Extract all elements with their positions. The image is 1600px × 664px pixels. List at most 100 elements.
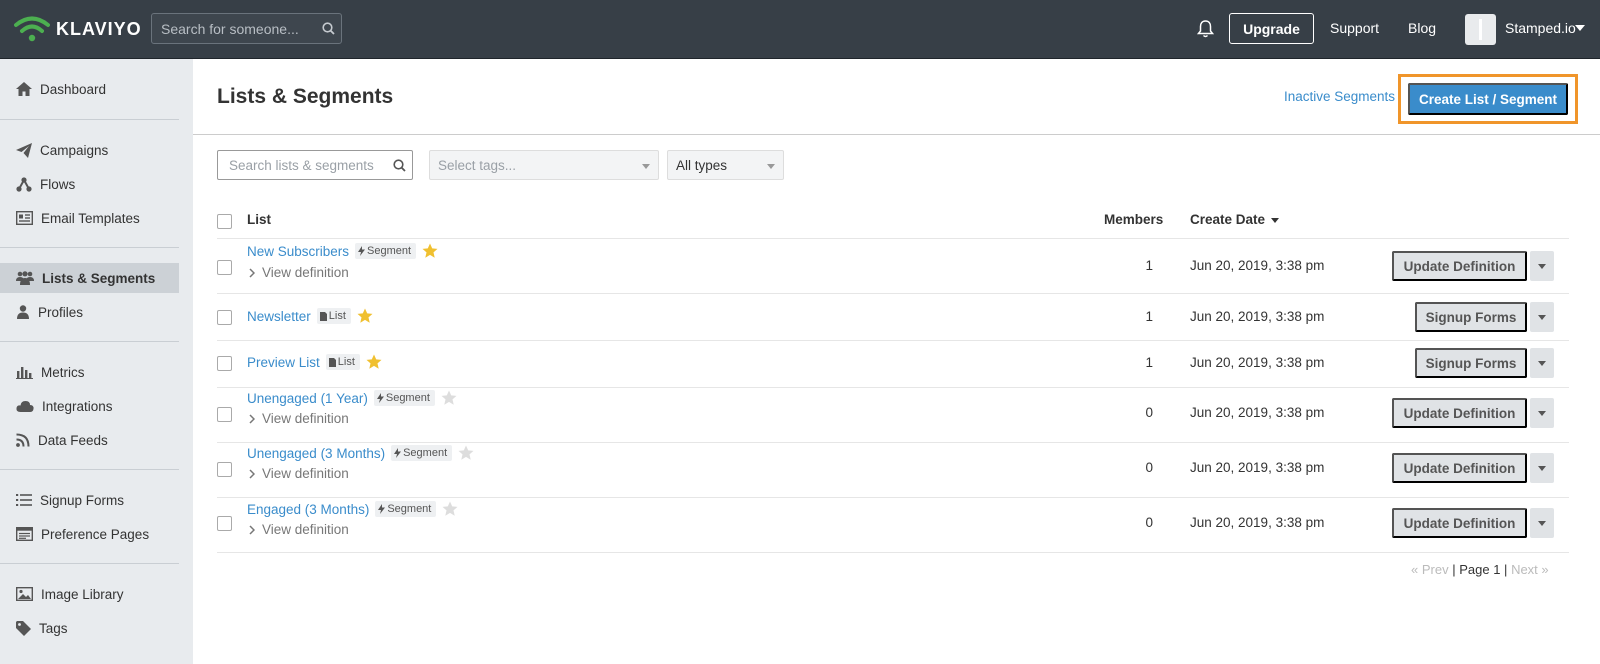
form-list-icon [16,494,32,506]
sidebar-item-label: Tags [39,620,68,636]
next-page-link[interactable]: Next » [1511,562,1549,577]
row-checkbox[interactable] [217,516,232,531]
create-date: Jun 20, 2019, 3:38 pm [1190,405,1325,420]
home-icon [16,82,32,96]
account-chevron-down-icon[interactable] [1575,25,1585,31]
type-select[interactable]: All types [667,150,784,180]
signup-forms-button[interactable]: Signup Forms [1415,348,1527,378]
main-content: Lists & Segments Inactive Segments Creat… [193,59,1600,664]
global-search[interactable] [151,13,342,44]
prev-page-link[interactable]: « Prev [1411,562,1449,577]
create-list-segment-button[interactable]: Create List / Segment [1408,83,1568,115]
row-actions-dropdown[interactable] [1530,453,1554,483]
star-outline-icon[interactable] [442,501,458,517]
select-all-checkbox[interactable] [217,214,232,229]
view-definition-toggle[interactable]: View definition [249,466,349,481]
row-actions-dropdown[interactable] [1530,508,1554,538]
chevron-right-icon [249,413,255,424]
column-header-members[interactable]: Members [1104,212,1163,227]
row-actions-dropdown[interactable] [1530,302,1554,332]
members-count: 1 [1145,355,1153,370]
image-icon [16,587,33,601]
sidebar-item-data-feeds[interactable]: Data Feeds [0,425,179,455]
sidebar-item-metrics[interactable]: Metrics [0,357,179,387]
list-name-link[interactable]: New Subscribers Segment [247,243,438,259]
account-name[interactable]: Stamped.io [1505,20,1576,36]
sidebar-item-label: Metrics [41,364,85,380]
view-definition-toggle[interactable]: View definition [249,265,349,280]
row-checkbox[interactable] [217,310,232,325]
view-definition-toggle[interactable]: View definition [249,411,349,426]
row-checkbox[interactable] [217,260,232,275]
sidebar-item-preference-pages[interactable]: Preference Pages [0,519,179,549]
sidebar-item-dashboard[interactable]: Dashboard [0,74,179,104]
bell-icon[interactable] [1196,19,1215,43]
chevron-right-icon [249,468,255,479]
lightning-icon [358,246,366,256]
star-outline-icon[interactable] [441,390,457,406]
flow-icon [16,176,32,192]
update-definition-button[interactable]: Update Definition [1392,398,1527,428]
list-search-input[interactable] [218,157,386,173]
list-name-link[interactable]: Preview List List [247,354,382,370]
sidebar-item-email-templates[interactable]: Email Templates [0,203,179,233]
sidebar-item-flows[interactable]: Flows [0,169,179,199]
sidebar-item-integrations[interactable]: Integrations [0,391,179,421]
support-link[interactable]: Support [1330,20,1379,36]
update-definition-button[interactable]: Update Definition [1392,453,1527,483]
blog-link[interactable]: Blog [1408,20,1436,36]
sidebar-item-image-library[interactable]: Image Library [0,579,179,609]
column-header-list[interactable]: List [247,212,271,227]
row-checkbox[interactable] [217,407,232,422]
row-actions-dropdown[interactable] [1530,348,1554,378]
global-search-input[interactable] [152,20,315,37]
list-name-link[interactable]: Newsletter List [247,308,373,324]
search-icon[interactable] [386,158,412,172]
sidebar-item-lists-segments[interactable]: Lists & Segments [0,263,179,293]
klaviyo-logo[interactable]: KLAVIYO [14,15,142,43]
signup-forms-button[interactable]: Signup Forms [1415,302,1527,332]
lightning-icon [394,448,402,458]
sidebar-item-profiles[interactable]: Profiles [0,297,179,327]
sidebar-item-signup-forms[interactable]: Signup Forms [0,485,179,515]
avatar[interactable] [1465,14,1496,45]
view-definition-toggle[interactable]: View definition [249,522,349,537]
brand-name: KLAVIYO [56,18,142,39]
page-title: Lists & Segments [217,85,394,108]
tags-select[interactable]: Select tags... [429,150,659,180]
star-icon[interactable] [357,308,373,324]
search-icon[interactable] [315,22,341,35]
sidebar-item-label: Profiles [38,304,84,320]
update-definition-button[interactable]: Update Definition [1392,251,1527,281]
tags-select-placeholder: Select tags... [438,157,517,173]
upgrade-button[interactable]: Upgrade [1229,13,1314,44]
members-count: 1 [1145,258,1153,273]
inactive-segments-link[interactable]: Inactive Segments [1284,89,1395,104]
members-count: 1 [1145,309,1153,324]
row-actions-dropdown[interactable] [1530,251,1554,281]
create-date: Jun 20, 2019, 3:38 pm [1190,460,1325,475]
list-name-link[interactable]: Engaged (3 Months) Segment [247,501,458,517]
star-icon[interactable] [366,354,382,370]
tag-icon [16,620,31,636]
sidebar-item-label: Integrations [42,398,113,414]
bar-chart-icon [16,367,33,379]
row-checkbox[interactable] [217,356,232,371]
row-checkbox[interactable] [217,462,232,477]
update-definition-button[interactable]: Update Definition [1392,508,1527,538]
sidebar-item-campaigns[interactable]: Campaigns [0,135,179,165]
list-search[interactable] [217,150,413,180]
sort-descending-icon[interactable] [1271,217,1280,223]
star-icon[interactable] [422,243,438,259]
star-outline-icon[interactable] [458,445,474,461]
sidebar-item-tags[interactable]: Tags [0,613,179,643]
chevron-down-icon [767,164,775,169]
column-header-create-date[interactable]: Create Date [1190,212,1280,227]
users-icon [16,271,34,285]
sidebar-item-label: Image Library [41,586,124,602]
segment-tag: Segment [373,390,435,406]
sidebar-divider [0,469,179,470]
list-name-link[interactable]: Unengaged (1 Year) Segment [247,390,457,406]
row-actions-dropdown[interactable] [1530,398,1554,428]
list-name-link[interactable]: Unengaged (3 Months) Segment [247,445,474,461]
